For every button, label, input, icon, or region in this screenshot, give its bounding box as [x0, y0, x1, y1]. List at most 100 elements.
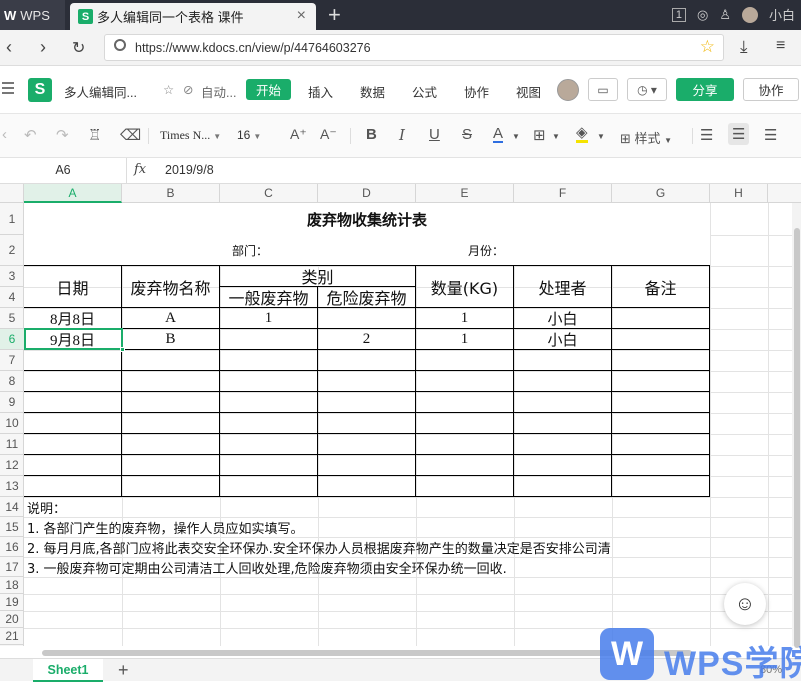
user-name[interactable]: 小白 — [769, 5, 795, 24]
tab-wps-home[interactable]: W WPS — [0, 0, 65, 30]
row-header[interactable]: 5 — [0, 308, 24, 329]
vertical-scroll-thumb[interactable] — [794, 228, 800, 648]
note-item-2[interactable]: 2. 每月月底,各部门应将此表交安全环保办.安全环保办人员根据废弃物产生的数量决… — [27, 538, 611, 557]
chevron-down-icon[interactable]: ▼ — [552, 132, 560, 141]
tab-start[interactable]: 开始 — [246, 79, 291, 100]
fill-handle[interactable] — [120, 347, 125, 352]
border-icon[interactable]: ⊞ — [533, 126, 546, 144]
row-header[interactable]: 10 — [0, 413, 24, 434]
row-header[interactable]: 9 — [0, 392, 24, 413]
undo-icon[interactable]: ↶ — [24, 126, 37, 144]
cell-date[interactable]: 8月8日 — [24, 308, 121, 328]
font-color-icon[interactable]: A — [493, 126, 504, 143]
cell-remark[interactable] — [612, 329, 709, 349]
row-header[interactable]: 16 — [0, 537, 24, 557]
tab-insert[interactable]: 插入 — [308, 82, 333, 101]
shirt-icon[interactable]: ♙ — [719, 7, 731, 23]
select-all-corner[interactable] — [0, 184, 24, 203]
format-painter-icon[interactable]: ♖ — [88, 126, 101, 144]
cell-general[interactable] — [220, 329, 317, 349]
row-header[interactable]: 1 — [0, 203, 24, 235]
url-input[interactable]: https://www.kdocs.cn/view/p/44764603276 … — [104, 34, 724, 61]
row-header[interactable]: 13 — [0, 476, 24, 497]
download-icon[interactable]: ⤓ — [740, 37, 748, 57]
collaborator-avatar[interactable] — [557, 79, 579, 101]
close-tab-icon[interactable]: × — [297, 7, 306, 25]
decrease-font-icon[interactable]: A⁻ — [320, 126, 337, 143]
tab-collaborate[interactable]: 协作 — [464, 82, 489, 101]
hamburger-menu-icon[interactable] — [2, 82, 14, 94]
chevron-down-icon[interactable]: ▼ — [597, 132, 605, 141]
tab-view[interactable]: 视图 — [516, 82, 541, 101]
tab-formula[interactable]: 公式 — [412, 82, 437, 101]
font-family-select[interactable]: Times N... ▼ — [160, 128, 221, 143]
increase-font-icon[interactable]: A⁺ — [290, 126, 307, 143]
row-header[interactable]: 19 — [0, 594, 24, 611]
cell-waste-name[interactable]: B — [122, 329, 219, 349]
header-category[interactable]: 类别 — [220, 266, 415, 287]
column-header-d[interactable]: D — [318, 184, 416, 203]
fill-color-icon[interactable]: ◈ — [576, 125, 588, 143]
header-date[interactable]: 日期 — [24, 266, 121, 308]
share-button[interactable]: 分享 — [676, 78, 734, 101]
doc-title[interactable]: 多人编辑同... — [64, 82, 137, 101]
row-header[interactable]: 6 — [0, 329, 24, 350]
row-header[interactable]: 12 — [0, 455, 24, 476]
row-header[interactable]: 17 — [0, 557, 24, 577]
eraser-icon[interactable]: ⌫ — [120, 126, 141, 144]
header-remark[interactable]: 备注 — [612, 266, 709, 308]
redo-icon[interactable]: ↷ — [56, 126, 69, 144]
sheet-tab-sheet1[interactable]: Sheet1 — [33, 659, 103, 682]
sheet-title[interactable]: 废弃物收集统计表 — [24, 203, 710, 235]
new-tab-button[interactable]: + — [328, 2, 341, 28]
align-right-icon[interactable]: ☰ — [764, 126, 777, 144]
user-avatar-icon[interactable] — [741, 6, 758, 23]
formula-input[interactable]: 2019/9/8 — [165, 163, 214, 177]
strikethrough-icon[interactable]: S — [462, 126, 472, 143]
column-header-a[interactable]: A — [24, 184, 122, 203]
back-icon[interactable]: ‹ — [6, 37, 12, 58]
chevron-down-icon[interactable]: ▼ — [512, 132, 520, 141]
cell-general[interactable]: 1 — [220, 308, 317, 328]
cell-handler[interactable]: 小白 — [514, 329, 611, 349]
month-label[interactable]: 月份： — [456, 235, 516, 266]
tab-count-badge[interactable]: 1 — [671, 7, 686, 22]
row-header[interactable]: 18 — [0, 577, 24, 594]
header-hazardous-waste[interactable]: 危险废弃物 — [318, 287, 415, 308]
underline-icon[interactable]: U — [429, 126, 440, 143]
italic-icon[interactable]: I — [399, 126, 405, 144]
present-icon[interactable]: ▭ — [588, 78, 618, 101]
collaborate-button[interactable]: 协作 — [743, 78, 799, 101]
note-item-1[interactable]: 1. 各部门产生的废弃物，操作人员应如实填写。 — [27, 518, 304, 537]
header-waste-name[interactable]: 废弃物名称 — [122, 266, 219, 308]
horizontal-scroll-thumb[interactable] — [42, 650, 692, 656]
align-center-icon[interactable]: ☰ — [728, 123, 750, 145]
header-handler[interactable]: 处理者 — [514, 266, 611, 308]
cell-waste-name[interactable]: A — [122, 308, 219, 328]
row-header[interactable]: 20 — [0, 611, 24, 628]
row-header[interactable]: 15 — [0, 517, 24, 537]
column-header-f[interactable]: F — [514, 184, 612, 203]
column-header-b[interactable]: B — [122, 184, 220, 203]
name-box[interactable]: A6 — [0, 158, 127, 183]
tab-document[interactable]: S 多人编辑同一个表格 课件 × — [70, 3, 316, 30]
tab-data[interactable]: 数据 — [360, 82, 385, 101]
history-icon[interactable]: ◷ ▾ — [627, 78, 667, 101]
sheet-grid[interactable]: 废弃物收集统计表 部门： 月份： 日期 废弃物名称 类别 一般废弃物 危险废弃物… — [24, 203, 801, 646]
row-header[interactable]: 21 — [0, 628, 24, 645]
row-header[interactable]: 2 — [0, 235, 24, 266]
font-size-select[interactable]: 16 ▼ — [237, 128, 261, 142]
column-header-e[interactable]: E — [416, 184, 514, 203]
active-cell-selection[interactable] — [24, 328, 123, 350]
cell-remark[interactable] — [612, 308, 709, 328]
cell-quantity[interactable]: 1 — [416, 329, 513, 349]
forward-icon[interactable]: › — [40, 37, 46, 58]
note-item-3[interactable]: 3. 一般废弃物可定期由公司清洁工人回收处理,危险废弃物须由安全环保办统一回收. — [27, 558, 507, 577]
align-left-icon[interactable]: ☰ — [700, 126, 713, 144]
cell-quantity[interactable]: 1 — [416, 308, 513, 328]
help-chat-button[interactable]: ☺ — [724, 583, 766, 625]
column-header-g[interactable]: G — [612, 184, 710, 203]
notes-heading[interactable]: 说明： — [27, 498, 66, 517]
bookmark-star-icon[interactable]: ☆ — [700, 37, 715, 57]
cell-handler[interactable]: 小白 — [514, 308, 611, 328]
